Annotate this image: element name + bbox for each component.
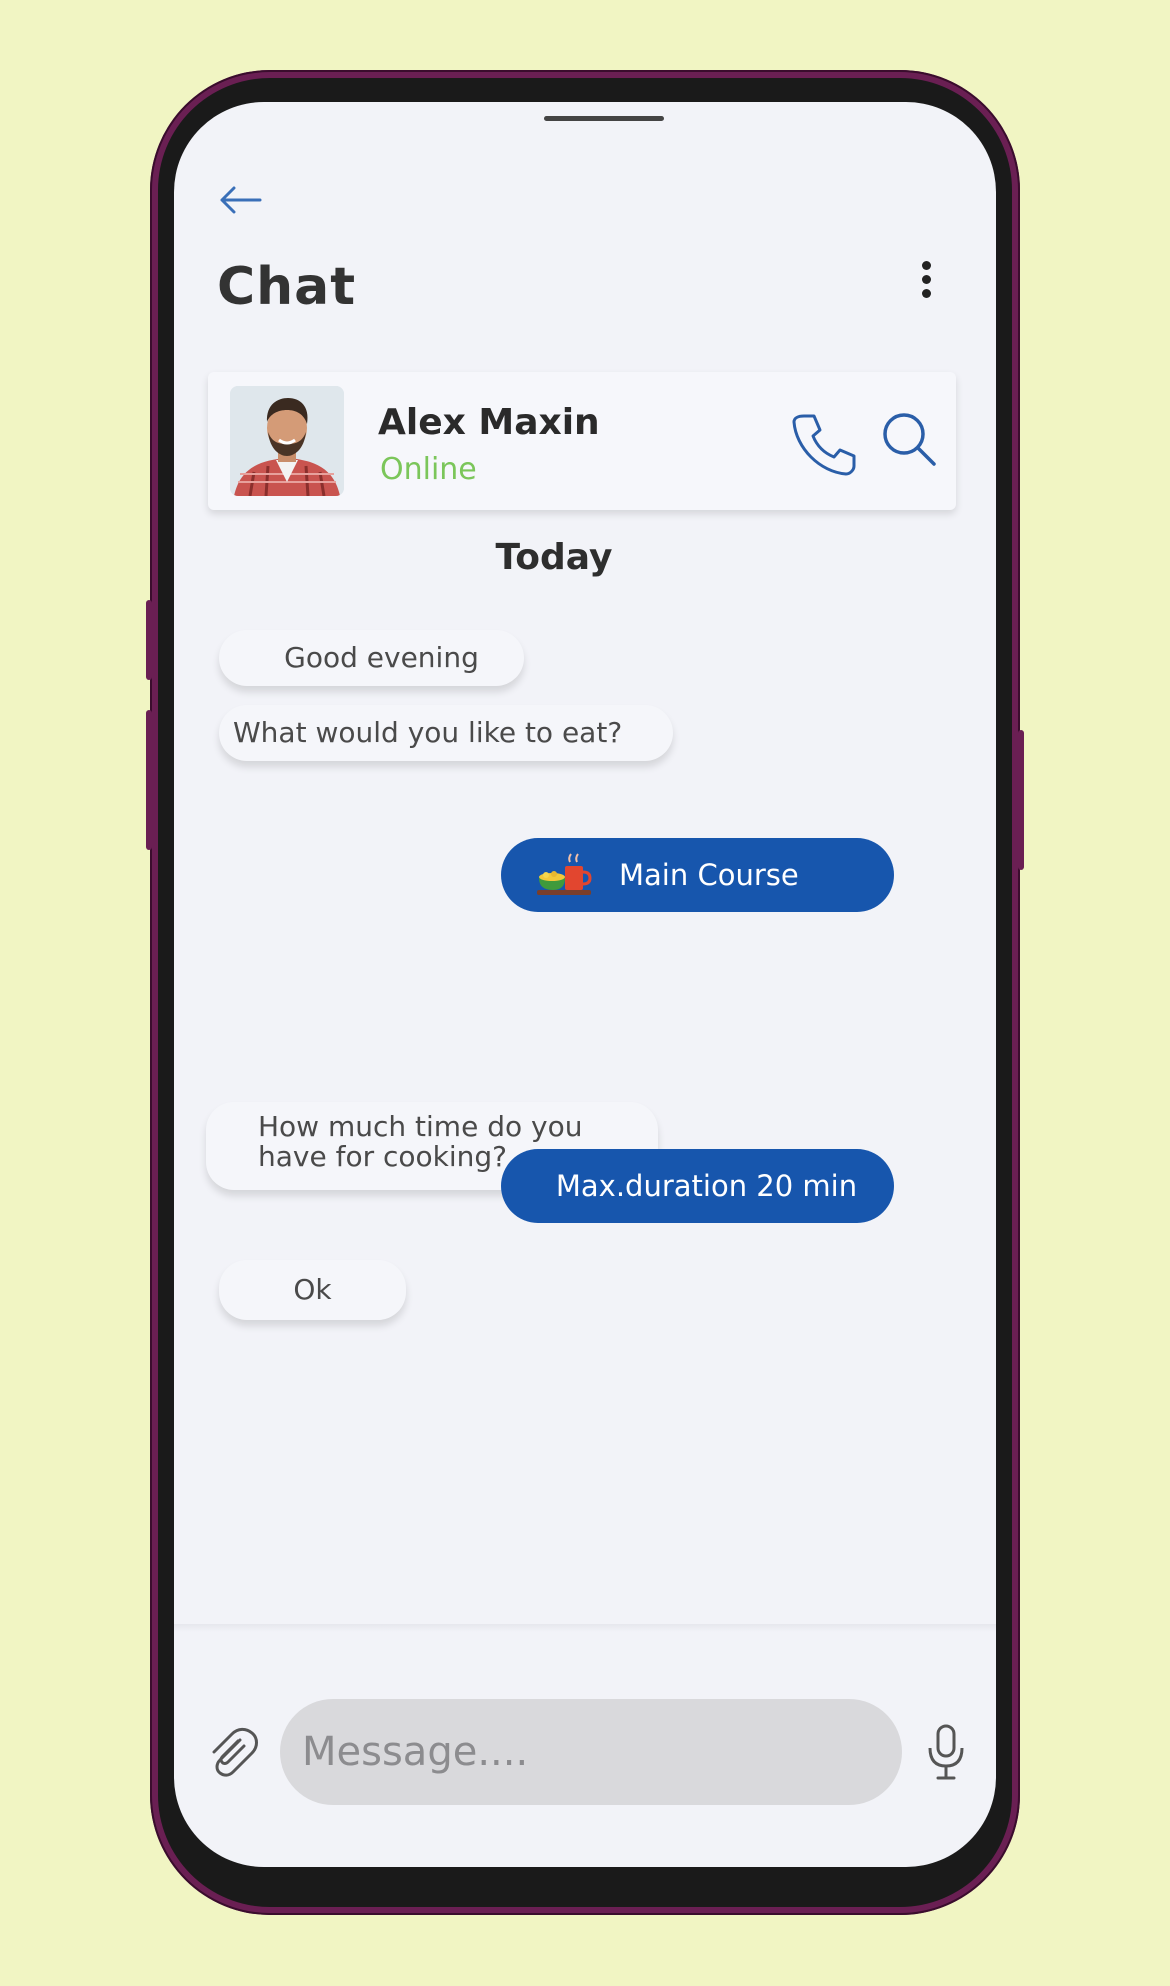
message-incoming: Good evening	[219, 630, 524, 686]
call-button[interactable]	[790, 410, 858, 478]
microphone-button[interactable]	[926, 1722, 966, 1782]
phone-side-button	[1018, 730, 1024, 870]
earpiece	[544, 116, 664, 121]
message-incoming: Ok	[219, 1260, 406, 1320]
contact-status: Online	[380, 452, 477, 487]
vertical-dots-icon-dot	[921, 289, 931, 298]
page-title: Chat	[217, 257, 357, 317]
phone-side-button	[146, 710, 152, 850]
message-input[interactable]	[280, 1699, 902, 1805]
chat-screen: Chat Alex Maxin Online Today Good evenin…	[174, 102, 996, 1867]
phone-frame: Chat Alex Maxin Online Today Good evenin…	[146, 70, 1024, 1915]
message-incoming: What would you like to eat?	[219, 705, 673, 761]
food-tray-icon	[537, 853, 592, 895]
phone-side-button	[146, 600, 152, 680]
contact-name: Alex Maxin	[378, 402, 600, 443]
more-options-button[interactable]	[914, 257, 938, 305]
search-icon	[883, 413, 936, 466]
message-text: Main Course	[619, 858, 799, 892]
microphone-icon	[928, 1724, 964, 1780]
day-separator: Today	[495, 537, 613, 578]
phone-icon	[792, 414, 856, 476]
avatar-image	[230, 386, 344, 496]
attach-button[interactable]	[206, 1726, 258, 1778]
paperclip-icon	[212, 1727, 258, 1777]
message-outgoing[interactable]: Max.duration 20 min	[501, 1149, 894, 1223]
composer-divider	[174, 1624, 996, 1632]
vertical-dots-icon	[921, 261, 931, 270]
contact-card[interactable]: Alex Maxin Online	[208, 372, 956, 510]
search-button[interactable]	[880, 410, 938, 468]
vertical-dots-icon-dot	[921, 275, 931, 284]
message-outgoing[interactable]: Main Course	[501, 838, 894, 912]
back-button[interactable]	[216, 180, 264, 220]
arrow-left-icon	[220, 186, 262, 214]
avatar	[230, 386, 344, 496]
